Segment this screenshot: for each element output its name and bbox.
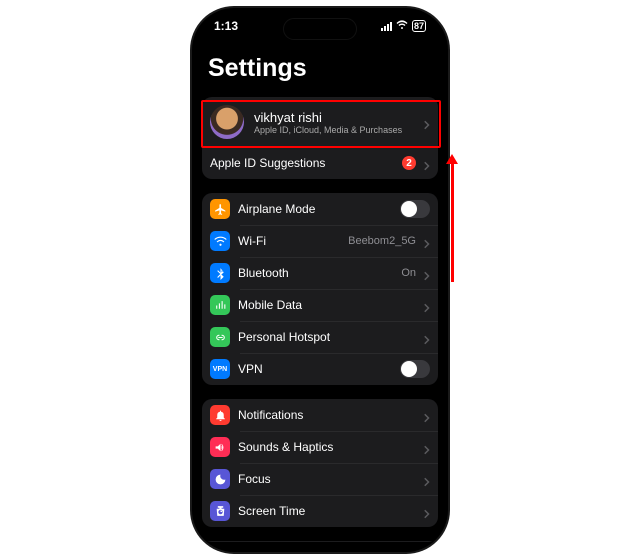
vpn-row[interactable]: VPN VPN: [202, 353, 438, 385]
chevron-right-icon: [424, 442, 430, 452]
sounds-icon: [210, 437, 230, 457]
network-group: Airplane Mode Wi-Fi Beebom2_5G Bluetooth…: [202, 193, 438, 385]
profile-subtitle: Apple ID, iCloud, Media & Purchases: [254, 125, 414, 135]
chevron-right-icon: [424, 410, 430, 420]
avatar: [210, 105, 244, 139]
row-label: Personal Hotspot: [238, 330, 416, 344]
general-group: General: [202, 541, 438, 542]
chevron-right-icon: [424, 268, 430, 278]
wifi-status-icon: [396, 19, 408, 33]
status-time: 1:13: [214, 19, 238, 33]
general-row[interactable]: General: [202, 541, 438, 542]
airplane-mode-row[interactable]: Airplane Mode: [202, 193, 438, 225]
attention-group: Notifications Sounds & Haptics Focus Scr…: [202, 399, 438, 527]
bluetooth-icon: [210, 263, 230, 283]
page-title: Settings: [202, 44, 438, 89]
screen-content: Settings vikhyat rishi Apple ID, iCloud,…: [202, 44, 438, 542]
chevron-right-icon: [424, 474, 430, 484]
chevron-right-icon: [424, 506, 430, 516]
row-label: VPN: [238, 362, 392, 376]
phone-frame: 1:13 87 Settings vikhyat rishi Apple ID,…: [192, 8, 448, 552]
profile-group: vikhyat rishi Apple ID, iCloud, Media & …: [202, 97, 438, 179]
chevron-right-icon: [424, 300, 430, 310]
mobile-data-icon: [210, 295, 230, 315]
sounds-row[interactable]: Sounds & Haptics: [202, 431, 438, 463]
profile-name: vikhyat rishi: [254, 110, 414, 125]
notifications-icon: [210, 405, 230, 425]
cellular-icon: [381, 21, 392, 31]
chevron-right-icon: [424, 158, 430, 168]
screen-time-icon: [210, 501, 230, 521]
wifi-row[interactable]: Wi-Fi Beebom2_5G: [202, 225, 438, 257]
bluetooth-value: On: [401, 267, 416, 279]
row-label: Airplane Mode: [238, 202, 392, 216]
row-label: Wi-Fi: [238, 234, 340, 248]
hotspot-icon: [210, 327, 230, 347]
row-label: Notifications: [238, 408, 416, 422]
focus-icon: [210, 469, 230, 489]
mobile-data-row[interactable]: Mobile Data: [202, 289, 438, 321]
vpn-icon: VPN: [210, 359, 230, 379]
bluetooth-row[interactable]: Bluetooth On: [202, 257, 438, 289]
row-label: Screen Time: [238, 504, 416, 518]
wifi-icon: [210, 231, 230, 251]
vpn-toggle[interactable]: [400, 360, 430, 378]
row-label: Focus: [238, 472, 416, 486]
row-label: Apple ID Suggestions: [210, 156, 394, 170]
dynamic-island: [283, 18, 357, 40]
focus-row[interactable]: Focus: [202, 463, 438, 495]
annotation-arrow: [451, 162, 454, 282]
wifi-value: Beebom2_5G: [348, 235, 416, 247]
airplane-icon: [210, 199, 230, 219]
chevron-right-icon: [424, 332, 430, 342]
screen-time-row[interactable]: Screen Time: [202, 495, 438, 527]
notifications-row[interactable]: Notifications: [202, 399, 438, 431]
battery-icon: 87: [412, 20, 426, 32]
personal-hotspot-row[interactable]: Personal Hotspot: [202, 321, 438, 353]
apple-id-suggestions-row[interactable]: Apple ID Suggestions 2: [202, 147, 438, 179]
row-label: Bluetooth: [238, 266, 393, 280]
row-label: Mobile Data: [238, 298, 416, 312]
suggestions-badge: 2: [402, 156, 416, 170]
airplane-toggle[interactable]: [400, 200, 430, 218]
row-label: Sounds & Haptics: [238, 440, 416, 454]
chevron-right-icon: [424, 117, 430, 127]
chevron-right-icon: [424, 236, 430, 246]
apple-id-row[interactable]: vikhyat rishi Apple ID, iCloud, Media & …: [202, 97, 438, 147]
